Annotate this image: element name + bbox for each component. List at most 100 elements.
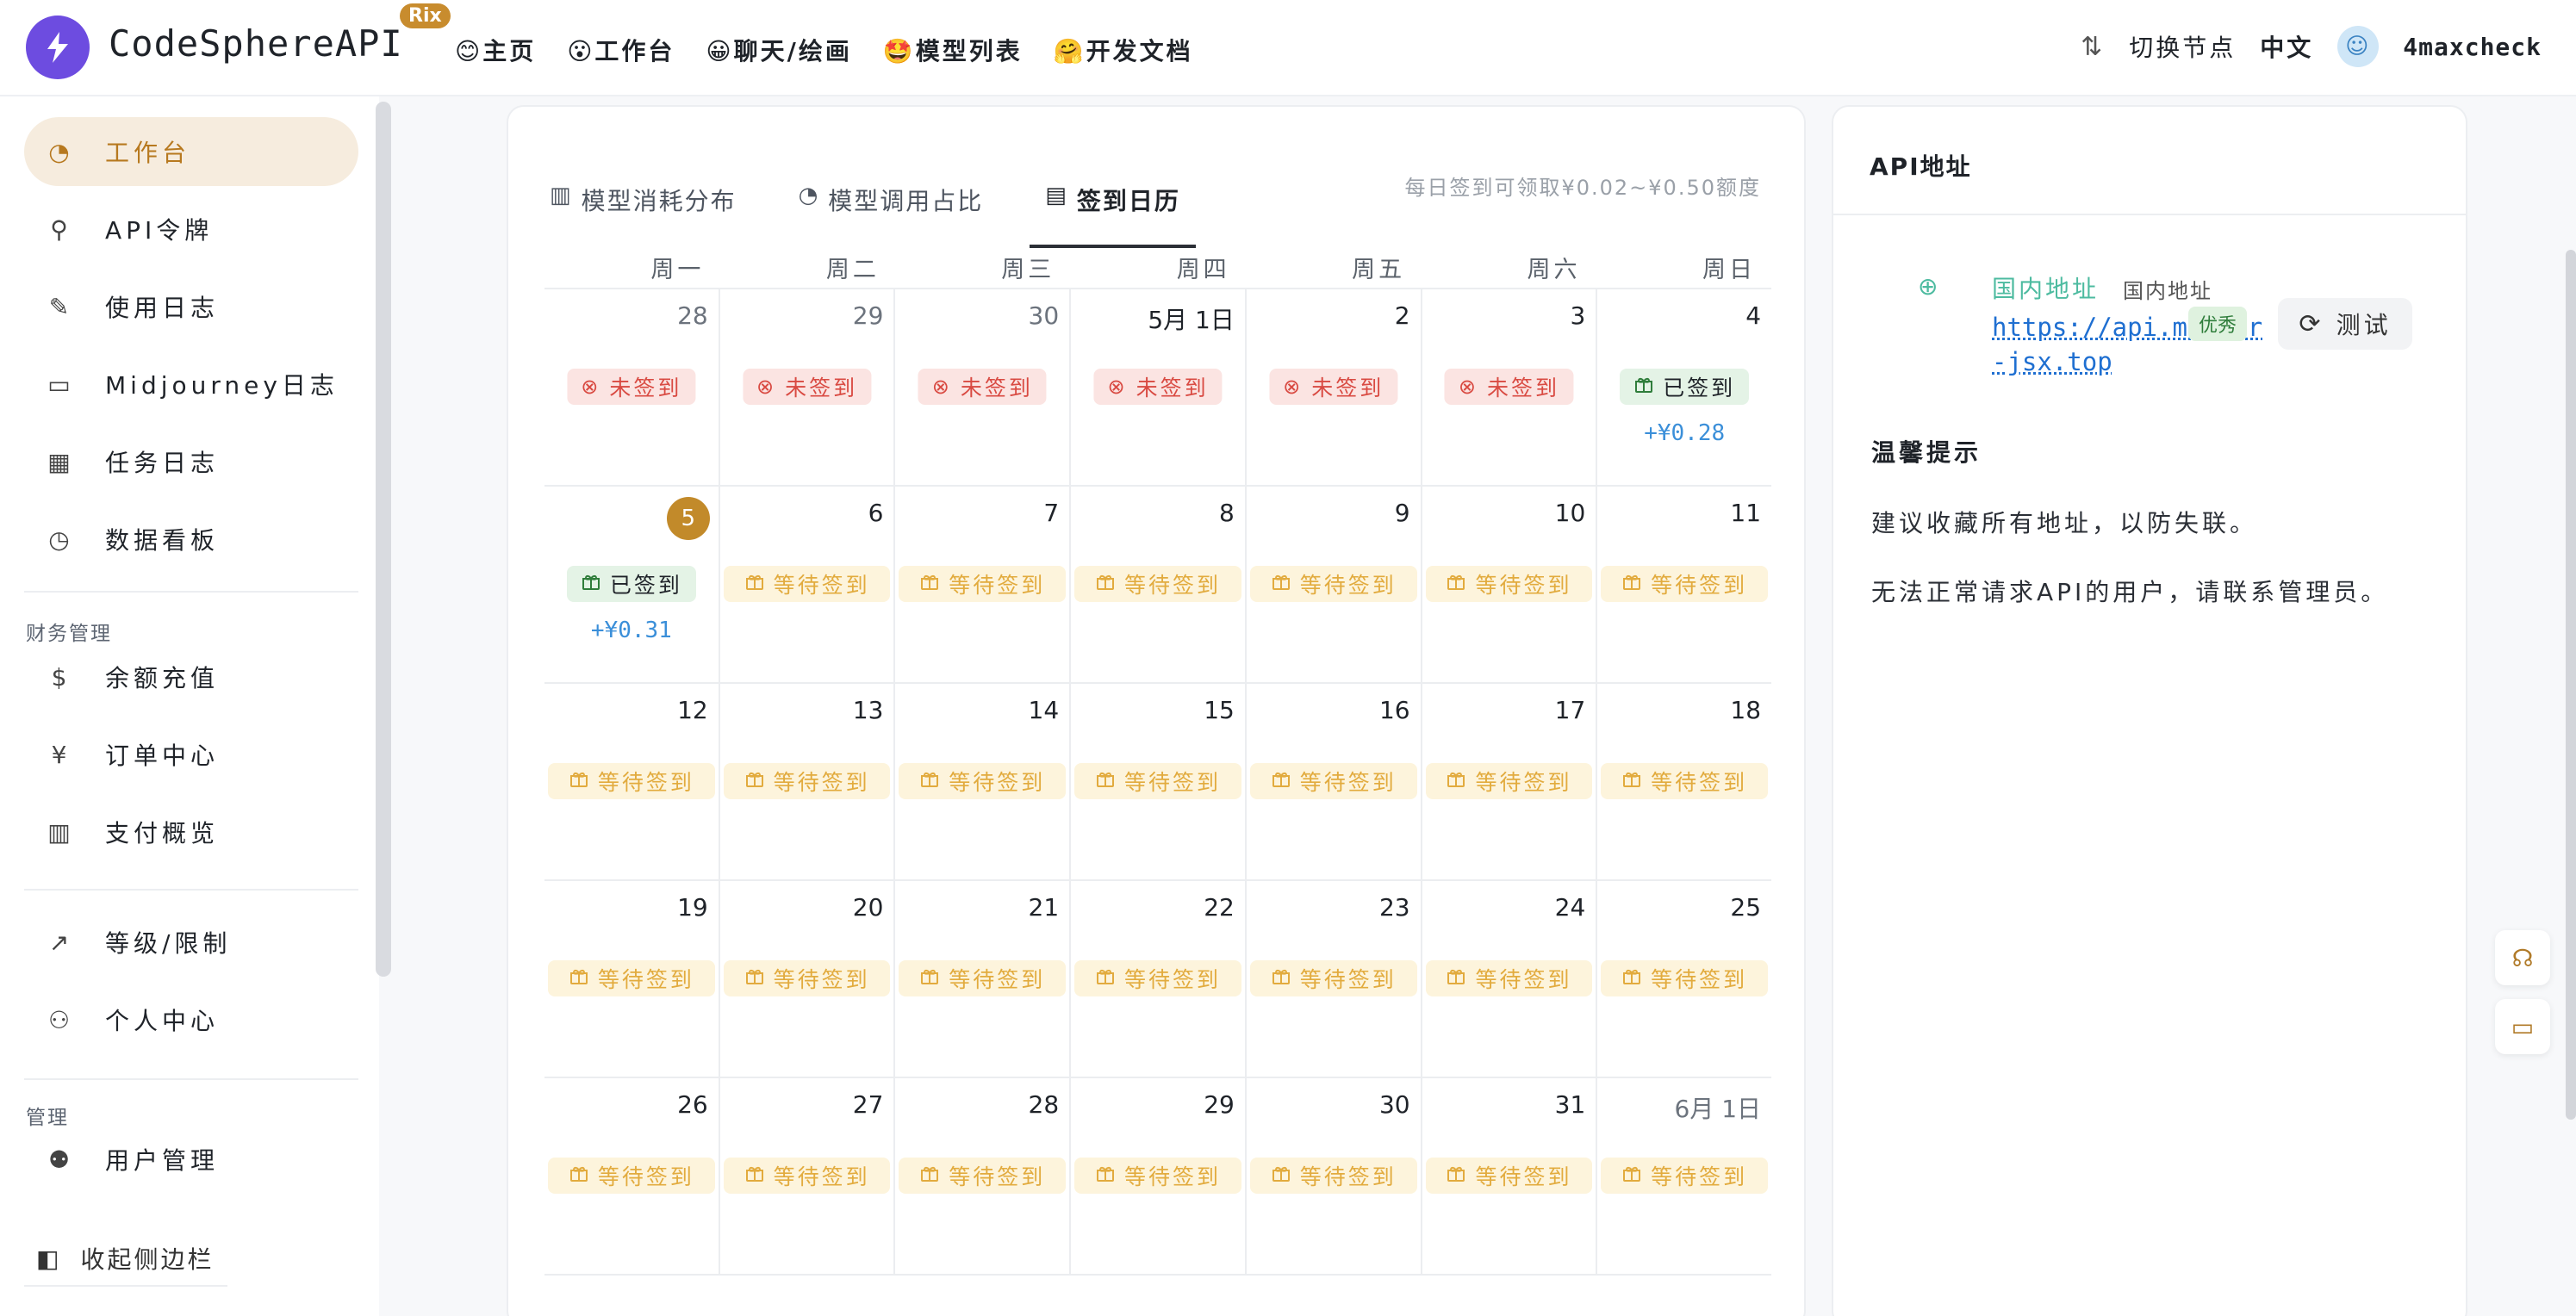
gift-icon	[744, 768, 765, 794]
tab-model-call-ratio[interactable]: ◔ 模型调用占比	[783, 167, 999, 248]
calendar-day-cell[interactable]: 21 等待签到	[895, 881, 1072, 1077]
calendar-day-cell[interactable]: 30 ⊗ 未签到	[895, 289, 1072, 485]
calendar-day-cell[interactable]: 23 等待签到	[1247, 881, 1422, 1077]
calendar-day-cell[interactable]: 31 等待签到	[1422, 1078, 1598, 1274]
checkin-status-label: 未签到	[1136, 376, 1209, 400]
sidebar-item-profile[interactable]: ⚇ 个人中心	[24, 985, 358, 1054]
checkin-status-badge: 等待签到	[548, 763, 715, 799]
calendar-day-cell[interactable]: 16 等待签到	[1247, 684, 1422, 879]
sidebar-item-label: 订单中心	[105, 742, 220, 770]
checkin-status-badge: 等待签到	[899, 1158, 1067, 1194]
language-switch[interactable]: 中文	[2260, 29, 2313, 64]
checkin-status-badge: 等待签到	[723, 960, 891, 996]
calendar-day-cell[interactable]: 6 等待签到	[720, 487, 896, 682]
sidebar-item-task-log[interactable]: ▦ 任务日志	[24, 427, 358, 496]
calendar-week-row: 5 已签到 +¥0.31 6 等待签到 7 等待签到 8 等待签到 9 等待签到 10 等待签到 11 等待…	[544, 487, 1771, 684]
pie-chart-icon: ◷	[48, 525, 74, 554]
key-icon: ⚲	[50, 214, 72, 244]
day-number: 6月 1日	[1674, 1095, 1762, 1123]
calendar-day-cell[interactable]: 30 等待签到	[1247, 1078, 1422, 1274]
checkin-status-badge: 等待签到	[1425, 960, 1593, 996]
top-nav: 😊主页 😮工作台 😀聊天/绘画 🤩模型列表 🤗开发文档	[455, 33, 1193, 67]
sidebar-item-recharge[interactable]: $ 余额充值	[24, 642, 358, 711]
calendar-week-row: 26 等待签到 27 等待签到 28 等待签到 29 等待签到 30 等待签到 31 等待签到 6月 1…	[544, 1078, 1771, 1276]
day-number: 24	[1554, 893, 1586, 922]
calendar-day-cell[interactable]: 28 等待签到	[895, 1078, 1072, 1274]
nav-dev-docs[interactable]: 🤗开发文档	[1054, 33, 1193, 67]
calendar-day-cell[interactable]: 29 等待签到	[1071, 1078, 1247, 1274]
nav-chat-draw[interactable]: 😀聊天/绘画	[706, 33, 851, 67]
nav-home[interactable]: 😊主页	[455, 33, 536, 67]
sidebar-item-user-management[interactable]: ⚉ 用户管理	[24, 1125, 358, 1194]
checkin-status-badge: 等待签到	[1074, 763, 1241, 799]
sidebar-item-workbench[interactable]: ◔ 工作台	[24, 117, 358, 186]
checkin-reward-amount: +¥0.31	[590, 618, 672, 643]
gift-icon	[744, 1163, 765, 1189]
tab-model-consumption[interactable]: ▥ 模型消耗分布	[534, 167, 752, 248]
nav-model-list[interactable]: 🤩模型列表	[883, 33, 1023, 67]
collapse-sidebar-button[interactable]: ◧ 收起侧边栏	[24, 1232, 227, 1287]
calendar-day-cell[interactable]: 20 等待签到	[720, 881, 896, 1077]
calendar-day-cell[interactable]: 11 等待签到	[1597, 487, 1771, 682]
tab-checkin-calendar[interactable]: ▤ 签到日历	[1030, 167, 1196, 248]
calendar-day-cell[interactable]: 3 ⊗ 未签到	[1422, 289, 1598, 485]
day-number: 20	[852, 893, 884, 922]
brand-name[interactable]: CodeSphereAPI	[109, 22, 403, 65]
sidebar-item-label: API令牌	[105, 216, 214, 245]
calendar-day-cell[interactable]: 24 等待签到	[1422, 881, 1598, 1077]
checkin-status-badge: 等待签到	[1601, 1158, 1769, 1194]
switch-node-icon[interactable]: ⇅	[2081, 32, 2105, 62]
day-number: 3	[1570, 301, 1586, 330]
sidebar-item-data-board[interactable]: ◷ 数据看板	[24, 505, 358, 574]
calendar-day-cell[interactable]: 17 等待签到	[1422, 684, 1598, 879]
calendar-day-cell[interactable]: 19 等待签到	[544, 881, 720, 1077]
calendar-day-cell[interactable]: 29 ⊗ 未签到	[720, 289, 896, 485]
checkin-status-label: 等待签到	[1124, 770, 1222, 795]
checkin-reward-amount: +¥0.28	[1644, 420, 1726, 446]
calendar-day-cell[interactable]: 8 等待签到	[1071, 487, 1247, 682]
sidebar-item-usage-log[interactable]: ✎ 使用日志	[24, 272, 358, 341]
calendar-day-cell[interactable]: 6月 1日等待签到	[1597, 1078, 1771, 1274]
checkin-status-badge: 等待签到	[899, 763, 1067, 799]
avatar[interactable]: ☺	[2337, 26, 2380, 67]
checkin-status-badge: 等待签到	[1074, 960, 1241, 996]
username[interactable]: 4maxcheck	[2403, 33, 2542, 61]
sidebar-item-orders[interactable]: ¥ 订单中心	[24, 720, 358, 789]
calendar-day-cell[interactable]: 13 等待签到	[720, 684, 896, 879]
sidebar-item-api-tokens[interactable]: ⚲ API令牌	[24, 195, 358, 264]
calendar-day-cell[interactable]: 4 已签到 +¥0.28	[1597, 289, 1771, 485]
headset-support-button[interactable]: ☊	[2495, 930, 2550, 985]
calendar-day-cell[interactable]: 5月 1日 ⊗ 未签到	[1071, 289, 1247, 485]
calendar-day-cell[interactable]: 15 等待签到	[1071, 684, 1247, 879]
sidebar-item-payment-overview[interactable]: ▥ 支付概览	[24, 798, 358, 866]
calendar-day-cell[interactable]: 5 已签到 +¥0.31	[544, 487, 720, 682]
monitor-icon: ▭	[2511, 1012, 2535, 1041]
calendar-day-cell[interactable]: 27 等待签到	[720, 1078, 896, 1274]
calendar-day-cell[interactable]: 22 等待签到	[1071, 881, 1247, 1077]
sidebar-item-level-limits[interactable]: ↗ 等级/限制	[24, 908, 358, 977]
test-endpoint-button[interactable]: ⟳ 测试	[2278, 298, 2412, 350]
sidebar-item-label: 个人中心	[105, 1007, 220, 1035]
refresh-icon: ⟳	[2299, 308, 2324, 339]
checkin-status-label: 等待签到	[1124, 1164, 1222, 1189]
test-button-label: 测试	[2336, 311, 2392, 339]
calendar-day-cell[interactable]: 2 ⊗ 未签到	[1247, 289, 1422, 485]
switch-node-button[interactable]: 切换节点	[2129, 29, 2236, 64]
monitor-button[interactable]: ▭	[2495, 999, 2550, 1054]
calendar-day-cell[interactable]: 12 等待签到	[544, 684, 720, 879]
calendar-day-cell[interactable]: 10 等待签到	[1422, 487, 1598, 682]
checkin-status-label: 等待签到	[597, 967, 694, 992]
calendar-day-cell[interactable]: 7 等待签到	[895, 487, 1072, 682]
sidebar-item-midjourney-log[interactable]: ▭ Midjourney日志	[24, 350, 358, 419]
day-number: 31	[1554, 1090, 1586, 1119]
page-scrollbar[interactable]	[2566, 250, 2576, 1120]
calendar-day-cell[interactable]: 28 ⊗ 未签到	[544, 289, 720, 485]
logo-icon[interactable]	[26, 16, 90, 79]
calendar-day-cell[interactable]: 18 等待签到	[1597, 684, 1771, 879]
calendar-day-cell[interactable]: 14 等待签到	[895, 684, 1072, 879]
calendar-day-cell[interactable]: 25 等待签到	[1597, 881, 1771, 1077]
calendar-day-cell[interactable]: 9 等待签到	[1247, 487, 1422, 682]
sidebar-scrollbar[interactable]	[376, 102, 391, 977]
calendar-day-cell[interactable]: 26 等待签到	[544, 1078, 720, 1274]
nav-workbench[interactable]: 😮工作台	[567, 33, 675, 67]
